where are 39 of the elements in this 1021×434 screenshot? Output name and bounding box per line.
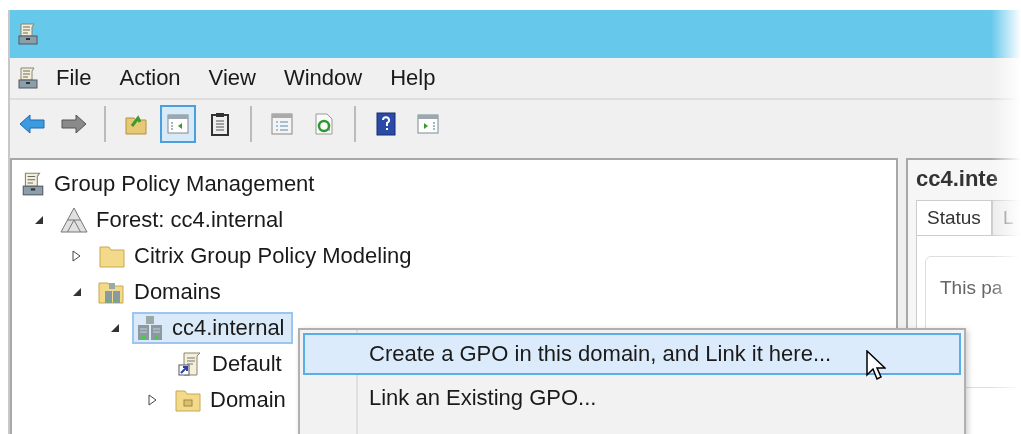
menu-item[interactable]: File — [44, 65, 104, 91]
properties-icon — [270, 112, 294, 136]
folder-servers-icon — [98, 279, 126, 305]
forward-arrow-icon — [60, 112, 88, 136]
tree-item[interactable]: Citrix Group Policy Modeling — [94, 240, 420, 272]
triangles-icon — [60, 207, 88, 233]
refresh-icon — [312, 112, 336, 136]
status-text: This pa — [940, 277, 1003, 298]
console-icon — [20, 171, 46, 197]
menu-item[interactable]: Window — [271, 65, 375, 91]
panel-right-icon — [416, 112, 440, 136]
console-icon — [16, 22, 40, 46]
tab[interactable]: Status — [916, 200, 992, 235]
tree-item[interactable]: Default — [172, 348, 290, 380]
collapsed-arrow-icon[interactable] — [148, 394, 158, 406]
menu-item[interactable]: View — [196, 65, 268, 91]
panel-left-icon — [166, 112, 190, 136]
folder-icon — [174, 387, 202, 413]
expanded-arrow-icon[interactable] — [110, 323, 120, 333]
help-icon — [374, 112, 398, 136]
console-icon[interactable] — [16, 66, 40, 90]
pane-title: cc4.inte — [916, 166, 999, 192]
menu-item[interactable]: Help — [378, 65, 448, 91]
collapsed-arrow-icon[interactable] — [72, 250, 82, 262]
menu-item[interactable]: Action — [107, 65, 193, 91]
expanded-arrow-icon[interactable] — [34, 215, 44, 225]
expanded-arrow-icon[interactable] — [72, 287, 82, 297]
tree-item[interactable]: Forest: cc4.internal — [56, 204, 292, 236]
mouse-pointer-icon — [866, 350, 886, 382]
tree-item[interactable]: Group Policy Management — [16, 168, 323, 200]
back-arrow-icon — [18, 112, 46, 136]
menu-item[interactable]: Link an Existing GPO... — [303, 377, 961, 419]
tree-item[interactable]: Domains — [94, 276, 229, 308]
menu-item[interactable]: Create a GPO in this domain, and Link it here... — [303, 333, 961, 375]
clipboard-icon — [208, 112, 232, 136]
tree-item[interactable]: Domain — [170, 384, 294, 416]
servers-icon — [136, 315, 164, 341]
tree-item[interactable]: cc4.internal — [132, 312, 293, 344]
folder-icon — [98, 243, 126, 269]
